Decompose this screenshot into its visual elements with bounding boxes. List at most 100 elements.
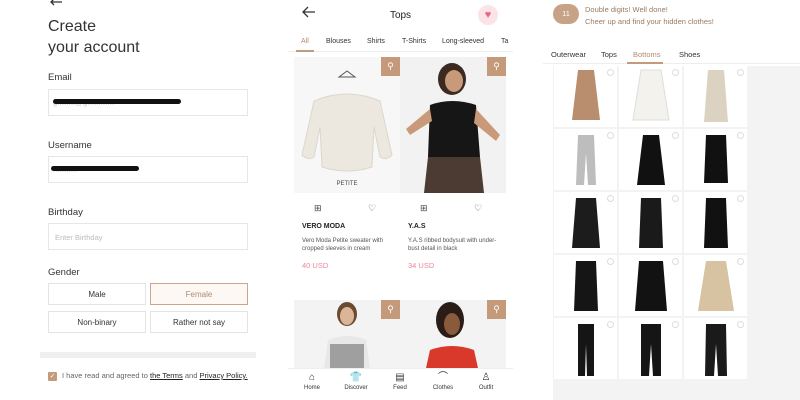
clothing-item[interactable] — [684, 318, 747, 379]
tab-tops[interactable]: Tops — [601, 50, 617, 59]
page-title: Create your account — [48, 16, 140, 58]
lightbulb-icon[interactable]: ⚲ — [381, 57, 400, 76]
tops-screen: Tops ♥ All Blouses Shirts T-Shirts Long-… — [288, 0, 513, 400]
favorite-heart-icon[interactable]: ♡ — [474, 203, 482, 214]
active-tab-indicator — [627, 62, 663, 64]
product-price: 40 USD — [302, 261, 329, 270]
clothing-item[interactable] — [684, 192, 747, 253]
nav-outfit[interactable]: ♙ Outfit — [468, 371, 504, 391]
agree-label: I have read and agreed to — [62, 371, 148, 380]
favorite-heart-icon[interactable]: ♡ — [368, 203, 376, 214]
divider — [40, 352, 256, 358]
clothing-item[interactable] — [554, 318, 617, 379]
heart-icon[interactable]: ♥ — [478, 5, 498, 25]
active-tab-indicator — [296, 50, 314, 52]
lightbulb-icon[interactable]: ⚲ — [487, 300, 506, 319]
agree-checkbox[interactable]: ✓ — [48, 372, 57, 381]
product-price: 34 USD — [408, 261, 435, 270]
closet-grid — [553, 66, 800, 400]
tab-blouses[interactable]: Blouses — [326, 38, 351, 45]
message-line-2: Cheer up and find your hidden clothes! — [585, 17, 714, 26]
birthday-placeholder: Enter Birthday — [55, 233, 103, 242]
clothing-item[interactable] — [684, 255, 747, 316]
clothing-item[interactable] — [554, 192, 617, 253]
redaction-mark — [53, 99, 181, 104]
birthday-field[interactable]: Enter Birthday — [48, 223, 248, 250]
nav-label: Clothes — [432, 385, 454, 391]
outfit-icon: ♙ — [481, 372, 491, 383]
gender-option-nonbinary[interactable]: Non-binary — [48, 311, 146, 333]
clothing-item[interactable] — [619, 318, 682, 379]
home-icon: ⌂ — [308, 372, 316, 383]
achievement-message: Double digits! Well done! Cheer up and f… — [585, 4, 714, 28]
gender-option-female[interactable]: Female — [150, 283, 248, 305]
clothes-count-badge: 11 — [553, 4, 579, 24]
tab-outerwear[interactable]: Outerwear — [551, 50, 586, 59]
tab-bottoms[interactable]: Bottoms — [633, 50, 661, 59]
terms-link[interactable]: the Terms — [150, 371, 183, 380]
privacy-link[interactable]: Privacy Policy. — [200, 371, 248, 380]
clothing-item[interactable] — [554, 129, 617, 190]
gender-option-rather-not-say[interactable]: Rather not say — [150, 311, 248, 333]
shirt-icon: 👕 — [349, 372, 363, 383]
tab-ta[interactable]: Ta — [501, 38, 508, 45]
lightbulb-icon[interactable]: ⚲ — [381, 300, 400, 319]
add-to-closet-icon[interactable]: ⊞ — [314, 203, 322, 214]
product-description: Vero Moda Petite sweater with cropped sl… — [302, 238, 384, 252]
nav-label: Feed — [393, 385, 407, 391]
nav-home[interactable]: ⌂ Home — [294, 371, 330, 391]
and-text: and — [184, 371, 198, 380]
product-card[interactable]: ⚲ ⊞ ♡ Y.A.S Y.A.S ribbed bodysuit with u… — [400, 57, 506, 277]
product-card[interactable]: ⚲ — [400, 300, 506, 368]
nav-feed[interactable]: ▤ Feed — [382, 371, 418, 391]
lightbulb-icon[interactable]: ⚲ — [487, 57, 506, 76]
nav-discover[interactable]: 👕 Discover — [338, 371, 374, 391]
feed-icon: ▤ — [395, 372, 405, 383]
product-image — [294, 57, 400, 193]
clothing-item[interactable] — [684, 66, 747, 127]
product-description: Y.A.S ribbed bodysuit with under-bust de… — [408, 238, 497, 252]
clothing-item[interactable] — [619, 192, 682, 253]
tab-shirts[interactable]: Shirts — [367, 38, 385, 45]
nav-label: Discover — [344, 385, 368, 391]
closet-screen: 11 Double digits! Well done! Cheer up an… — [543, 0, 800, 400]
agree-text: I have read and agreed to the Terms and … — [62, 371, 248, 380]
product-brand: VERO MODA — [302, 223, 346, 230]
product-image — [400, 57, 506, 193]
gender-option-male[interactable]: Male — [48, 283, 146, 305]
nav-clothes[interactable]: ⌒ Clothes — [425, 371, 461, 391]
hanger-icon: ⌒ — [438, 372, 448, 383]
username-label: Username — [48, 140, 92, 151]
add-to-closet-icon[interactable]: ⊞ — [420, 203, 428, 214]
clothing-item[interactable] — [619, 129, 682, 190]
clothing-item[interactable] — [554, 255, 617, 316]
tab-tshirts[interactable]: T-Shirts — [402, 38, 426, 45]
product-card[interactable]: ⚲ PETITE ⊞ ♡ VERO MODA Vero Moda Petite … — [294, 57, 400, 277]
header: Tops ♥ — [288, 0, 513, 32]
gender-label: Gender — [48, 267, 80, 278]
category-tabs: All Blouses Shirts T-Shirts Long-sleeved… — [288, 34, 513, 52]
birthday-label: Birthday — [48, 207, 83, 218]
back-arrow-icon[interactable] — [49, 0, 63, 8]
email-field[interactable]: g.......l@g.........m — [48, 89, 248, 116]
title-line-2: your account — [48, 39, 140, 56]
tab-shoes[interactable]: Shoes — [679, 50, 700, 59]
clothing-item[interactable] — [619, 66, 682, 127]
message-line-1: Double digits! Well done! — [585, 5, 668, 14]
product-tag: PETITE — [336, 181, 358, 187]
redaction-mark — [51, 166, 139, 171]
signup-screen: Create your account Email g.......l@g...… — [0, 0, 265, 400]
tab-long-sleeved[interactable]: Long-sleeved — [442, 38, 484, 45]
product-brand: Y.A.S — [408, 223, 426, 230]
nav-label: Home — [303, 385, 320, 391]
nav-label: Outfit — [478, 385, 494, 391]
email-label: Email — [48, 72, 72, 83]
clothing-item[interactable] — [554, 66, 617, 127]
clothing-item[interactable] — [684, 129, 747, 190]
tab-all[interactable]: All — [301, 38, 309, 45]
product-card[interactable]: ⚲ — [294, 300, 400, 368]
bottom-nav: ⌂ Home 👕 Discover ▤ Feed ⌒ Clothes ♙ Out… — [288, 368, 513, 400]
clothing-item[interactable] — [619, 255, 682, 316]
title-line-1: Create — [48, 18, 97, 35]
username-field[interactable]: ........... — [48, 156, 248, 183]
